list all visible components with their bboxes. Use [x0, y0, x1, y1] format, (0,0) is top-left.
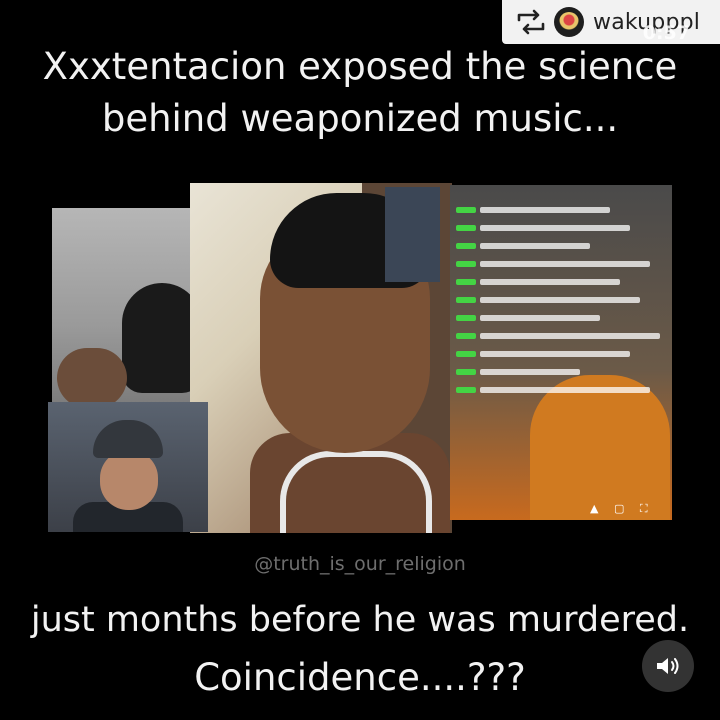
caption-line-2: Coincidence....???	[194, 656, 526, 699]
caption-line-1: just months before he was murdered.	[30, 600, 690, 640]
livestream-chat-panel: ▲ ▢ ⛶	[450, 185, 672, 520]
video-timer: 0:57	[642, 22, 690, 44]
inset-video-panel	[48, 402, 208, 532]
left-video-panel	[52, 208, 202, 403]
main-video-panel	[190, 183, 452, 533]
speaker-icon	[657, 658, 679, 674]
stream-controls-icon: ▲ ▢ ⛶	[590, 502, 654, 515]
profile-avatar[interactable]	[554, 7, 584, 37]
headline-line-2: behind weaponized music...	[101, 97, 619, 140]
repost-icon	[517, 9, 545, 35]
sound-toggle-button[interactable]	[642, 640, 694, 692]
headline-line-1: Xxxtentacion exposed the science	[42, 45, 678, 88]
watermark-text: @truth_is_our_religion	[254, 553, 466, 575]
